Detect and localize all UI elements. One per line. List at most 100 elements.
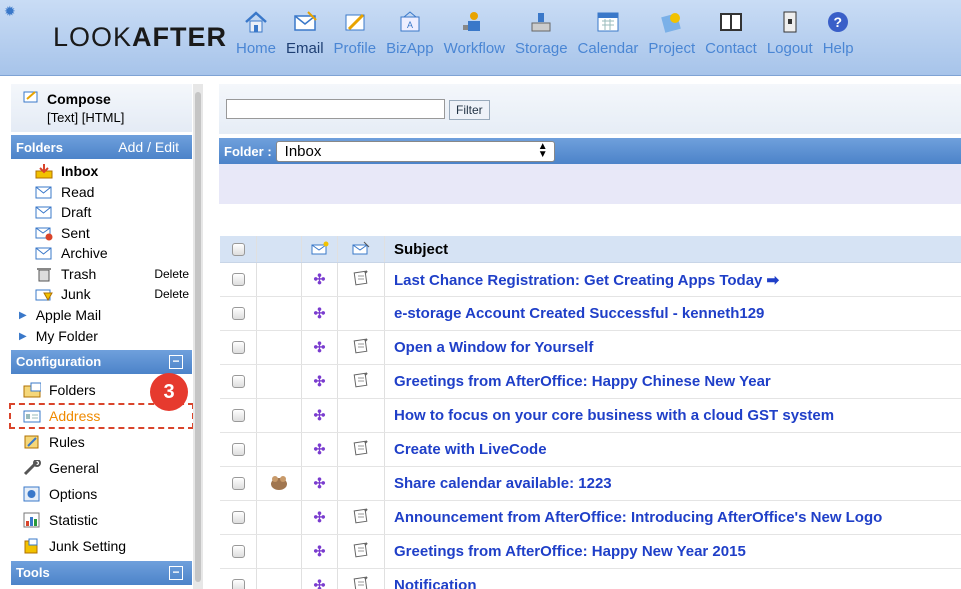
row-checkbox[interactable] — [231, 375, 245, 388]
expand-plus-icon[interactable]: ✣ — [314, 577, 326, 589]
expand-plus-icon[interactable]: ✣ — [314, 339, 326, 356]
folder-read[interactable]: Read — [11, 182, 192, 203]
expand-plus-icon[interactable]: ✣ — [314, 407, 326, 424]
filter-bar: Filter — [219, 84, 961, 134]
row-checkbox[interactable] — [231, 579, 245, 589]
statistic-icon — [23, 512, 41, 528]
expand-plus-icon[interactable]: ✣ — [314, 305, 326, 322]
table-row[interactable]: ✣ Greetings from AfterOffice: Happy New Y… — [220, 535, 961, 569]
nav-help[interactable]: ? Help — [823, 8, 854, 70]
nav-profile[interactable]: Profile — [334, 8, 376, 70]
message-subject-link[interactable]: Greetings from AfterOffice: Happy Chines… — [394, 373, 771, 390]
message-subject-link[interactable]: How to focus on your core business with … — [394, 407, 834, 424]
collapse-icon[interactable]: − — [169, 565, 183, 580]
row-checkbox[interactable] — [231, 477, 245, 490]
message-subject-link[interactable]: Last Chance Registration: Get Creating A… — [394, 271, 779, 289]
nav-email[interactable]: Email — [286, 8, 324, 70]
collapse-icon[interactable]: − — [169, 354, 183, 369]
message-subject-link[interactable]: Share calendar available: 1223 — [394, 475, 612, 492]
expand-plus-icon[interactable]: ✣ — [314, 475, 326, 492]
nav-logout[interactable]: Logout — [767, 8, 813, 70]
filter-button[interactable]: Filter — [449, 100, 490, 120]
nav-contact[interactable]: Contact — [705, 8, 757, 70]
folder-draft[interactable]: Draft — [11, 202, 192, 223]
nav-project[interactable]: Project — [648, 8, 695, 70]
config-options[interactable]: Options — [11, 481, 192, 507]
row-checkbox[interactable] — [231, 511, 245, 524]
folder-trash[interactable]: Trash Delete — [11, 264, 192, 285]
folder-select[interactable]: Inbox ▲ ▼ — [275, 140, 555, 162]
nav-home[interactable]: Home — [236, 8, 276, 70]
config-junk-setting[interactable]: Junk Setting — [11, 533, 192, 559]
expand-plus-icon[interactable]: ✣ — [314, 271, 326, 288]
table-row[interactable]: ✣ How to focus on your core business with… — [220, 399, 961, 433]
nav-label: Email — [286, 40, 324, 57]
compose-link[interactable]: Compose — [23, 90, 192, 107]
tools-header: Tools − — [11, 560, 192, 585]
table-row[interactable]: ✣ Notification — [220, 569, 961, 589]
row-checkbox[interactable] — [231, 409, 245, 422]
folder-archive[interactable]: Archive — [11, 243, 192, 264]
message-subject-link[interactable]: Open a Window for Yourself — [394, 339, 593, 356]
tree-folder-my-folder[interactable]: ▶ My Folder — [11, 326, 192, 347]
from-column-header[interactable] — [257, 236, 302, 262]
message-subject-link[interactable]: e-storage Account Created Successful - k… — [394, 305, 764, 322]
message-pane: Filter Folder : Inbox ▲▼ Subject ✣Last — [219, 84, 961, 589]
table-row[interactable]: ✣ e-storage Account Created Successful - … — [220, 297, 961, 331]
table-row[interactable]: ✣ Create with LiveCode — [220, 433, 961, 467]
nav-calendar[interactable]: Calendar — [578, 8, 638, 70]
table-row[interactable]: ✣ Greetings from AfterOffice: Happy Chine… — [220, 365, 961, 399]
expand-plus-icon[interactable]: ✣ — [314, 441, 326, 458]
scrollbar-thumb[interactable] — [195, 92, 201, 582]
row-checkbox[interactable] — [231, 307, 245, 320]
settings-gear-icon[interactable]: ✹ — [4, 3, 16, 20]
nav-storage[interactable]: Storage — [515, 8, 568, 70]
attachment-column-header[interactable] — [338, 236, 385, 262]
message-subject-link[interactable]: Announcement from AfterOffice: Introduci… — [394, 509, 882, 526]
delete-junk-link[interactable]: Delete — [154, 287, 189, 301]
new-mail-column-header[interactable] — [302, 236, 338, 262]
message-subject-link[interactable]: Create with LiveCode — [394, 441, 547, 458]
add-edit-folders-link[interactable]: Add / Edit — [118, 139, 179, 155]
table-row[interactable]: ✣ Share calendar available: 1223 — [220, 467, 961, 501]
nav-workflow[interactable]: Workflow — [444, 8, 505, 70]
expand-plus-icon[interactable]: ✣ — [314, 543, 326, 560]
expand-plus-icon[interactable]: ✣ — [314, 509, 326, 526]
config-general[interactable]: General — [11, 455, 192, 481]
app-logo[interactable]: LOOKAFTER — [53, 22, 227, 53]
expand-plus-icon[interactable]: ✣ — [314, 373, 326, 390]
rules-icon — [23, 434, 41, 450]
compose-html-link[interactable]: [HTML] — [82, 110, 125, 125]
table-row[interactable]: ✣ Last Chance Registration: Get Creating … — [220, 263, 961, 297]
config-statistic[interactable]: Statistic — [11, 507, 192, 533]
folder-label: Sent — [61, 224, 90, 241]
select-all-checkbox[interactable] — [231, 242, 245, 256]
table-row[interactable]: ✣ Open a Window for Yourself — [220, 331, 961, 365]
nav-bizapp[interactable]: A BizApp — [386, 8, 434, 70]
attachment-icon — [353, 508, 369, 527]
row-checkbox[interactable] — [231, 341, 245, 354]
folder-junk[interactable]: Junk Delete — [11, 284, 192, 305]
sidebar-scrollbar[interactable] — [193, 84, 203, 589]
custom-folder-tree: ▶ Apple Mail ▶ My Folder — [11, 305, 192, 347]
compose-text-link[interactable]: [Text] — [47, 110, 78, 125]
filter-input[interactable] — [226, 99, 445, 119]
subject-column-header[interactable]: Subject — [385, 236, 961, 262]
address-icon — [23, 408, 41, 424]
row-checkbox[interactable] — [231, 273, 245, 286]
folder-sent[interactable]: Sent — [11, 223, 192, 244]
select-arrows-icon: ▲ ▼ — [537, 141, 548, 160]
message-subject-link[interactable]: Greetings from AfterOffice: Happy New Ye… — [394, 543, 746, 560]
sent-icon — [35, 225, 53, 241]
expand-arrow-icon[interactable]: ▶ — [19, 310, 27, 321]
row-checkbox[interactable] — [231, 443, 245, 456]
expand-arrow-icon[interactable]: ▶ — [19, 331, 27, 342]
folder-inbox[interactable]: Inbox — [11, 161, 192, 182]
row-checkbox[interactable] — [231, 545, 245, 558]
tree-folder-apple-mail[interactable]: ▶ Apple Mail — [11, 305, 192, 326]
config-rules[interactable]: Rules — [11, 429, 192, 455]
delete-trash-link[interactable]: Delete — [154, 267, 189, 281]
message-subject-link[interactable]: Notification — [394, 577, 477, 589]
table-row[interactable]: ✣ Announcement from AfterOffice: Introduc… — [220, 501, 961, 535]
project-icon — [658, 8, 686, 36]
